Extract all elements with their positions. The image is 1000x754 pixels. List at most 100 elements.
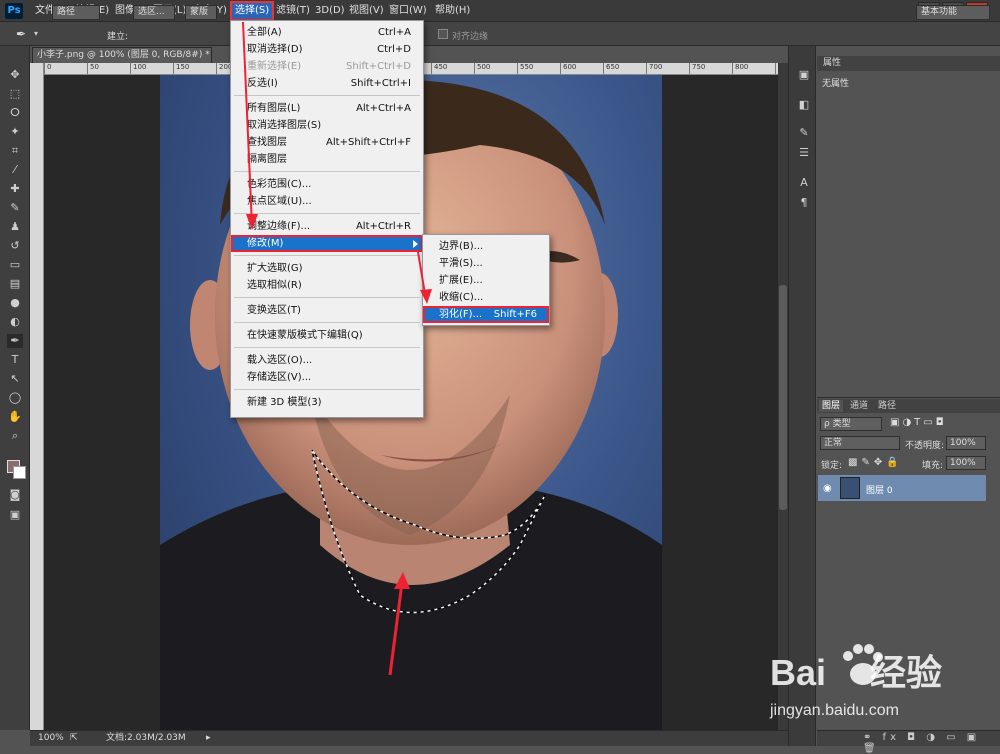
layer-thumbnail[interactable]	[840, 477, 860, 499]
play-icon[interactable]: ▸	[206, 731, 211, 746]
make-selection-button[interactable]: 选区...	[133, 5, 175, 20]
history-icon[interactable]: ▣	[796, 68, 812, 82]
make-mask-button[interactable]: 蒙版	[185, 5, 217, 20]
crop-tool-icon[interactable]: ⌗	[7, 144, 23, 158]
layer-actions-icons[interactable]: ⚭ fx ◘ ◑ ▭ ▣ 🗑	[863, 732, 1000, 754]
select-menu-item[interactable]: 取消选择图层(S)	[231, 117, 423, 134]
select-menu-item-label: 在快速蒙版模式下编辑(Q)	[247, 330, 363, 341]
path-select-tool-icon[interactable]: ↖	[7, 372, 23, 386]
select-menu-item[interactable]: 存储选区(V)...	[231, 369, 423, 386]
chevron-down-icon[interactable]: ▾	[34, 29, 38, 38]
menu-5[interactable]: 选择(S)	[229, 1, 275, 21]
workspace-select[interactable]: 基本功能	[916, 5, 990, 20]
select-menu-item[interactable]: 反选(I) Shift+Ctrl+I	[231, 75, 423, 92]
screen-mode-icon[interactable]: ▣	[7, 508, 23, 522]
eyedropper-tool-icon[interactable]: ⁄	[7, 163, 23, 177]
scrollbar-thumb[interactable]	[779, 285, 787, 510]
brush-tool-icon[interactable]: ✎	[7, 201, 23, 215]
menu-7[interactable]: 3D(D)	[312, 3, 348, 19]
opacity-field[interactable]: 100%	[946, 436, 986, 450]
layer-name[interactable]: 图层 0	[866, 483, 893, 496]
select-menu-item-label: 载入选区(O)...	[247, 355, 313, 366]
modify-menu-item[interactable]: 扩展(E)...	[423, 272, 549, 289]
character-icon[interactable]: A	[796, 176, 812, 190]
select-menu-item-label: 扩大选取(G)	[247, 263, 303, 274]
tab-layers[interactable]: 图层	[819, 400, 844, 412]
shape-tool-icon[interactable]: ◯	[7, 391, 23, 405]
select-menu-item-label: 调整边缘(F)...	[247, 221, 311, 232]
select-menu-item[interactable]: 所有图层(L) Alt+Ctrl+A	[231, 100, 423, 117]
layer-filter-icons[interactable]: ▣◑T▭◘	[890, 417, 947, 428]
select-menu-item[interactable]: 新建 3D 模型(3)	[231, 394, 423, 411]
history-brush-icon[interactable]: ↺	[7, 239, 23, 253]
modify-menu-item-label: 扩展(E)...	[439, 275, 483, 286]
zoom-level[interactable]: 100%	[38, 731, 64, 746]
background-color-swatch[interactable]	[13, 466, 26, 479]
select-menu-item[interactable]: 隔离图层	[231, 151, 423, 168]
tab-paths[interactable]: 路径	[875, 400, 899, 412]
select-menu-item[interactable]: 扩大选取(G)	[231, 260, 423, 277]
modify-menu-item[interactable]: 羽化(F)... Shift+F6	[423, 306, 549, 323]
ruler-tick: 0	[44, 63, 51, 74]
select-menu-item[interactable]: 修改(M)	[231, 235, 423, 252]
modify-menu-item[interactable]: 收缩(C)...	[423, 289, 549, 306]
move-tool-icon[interactable]: ✥	[7, 68, 23, 82]
select-menu-item-label: 取消选择图层(S)	[247, 120, 322, 131]
stamp-tool-icon[interactable]: ♟	[7, 220, 23, 234]
select-menu-item[interactable]: 重新选择(E) Shift+Ctrl+D	[231, 58, 423, 75]
select-menu-item[interactable]: 查找图层 Alt+Shift+Ctrl+F	[231, 134, 423, 151]
sliders-icon[interactable]: ☰	[796, 146, 812, 160]
type-tool-icon[interactable]: T	[7, 353, 23, 367]
layer-filter-select[interactable]: ρ 类型	[820, 417, 882, 431]
lasso-tool-icon[interactable]: ⵔ	[7, 106, 23, 120]
lock-icons[interactable]: ▩✎✥🔒	[848, 457, 903, 468]
pen-tool-icon[interactable]: ✒	[7, 334, 23, 348]
eraser-tool-icon[interactable]: ▭	[7, 258, 23, 272]
submenu-arrow-icon	[413, 240, 418, 248]
menu-8[interactable]: 视图(V)	[346, 3, 387, 19]
document-tab[interactable]: 小李子.png @ 100% (图层 0, RGB/8#) * ×	[32, 47, 212, 63]
pen-tool-icon[interactable]: ✒	[16, 27, 26, 41]
blur-tool-icon[interactable]: ●	[7, 296, 23, 310]
quick-mask-icon[interactable]: ◙	[7, 488, 23, 502]
menu-10[interactable]: 帮助(H)	[432, 3, 473, 19]
blend-mode-select[interactable]: 正常	[820, 436, 900, 450]
fill-field[interactable]: 100%	[946, 456, 986, 470]
select-menu-item[interactable]: 全部(A) Ctrl+A	[231, 24, 423, 41]
marquee-tool-icon[interactable]: ⬚	[7, 87, 23, 101]
paragraph-icon[interactable]: ¶	[796, 196, 812, 210]
export-icon[interactable]: ⇱	[70, 731, 78, 746]
hand-tool-icon[interactable]: ✋	[7, 410, 23, 424]
healing-tool-icon[interactable]: ✚	[7, 182, 23, 196]
menu-separator	[234, 347, 420, 348]
select-menu-item[interactable]: 在快速蒙版模式下编辑(Q)	[231, 327, 423, 344]
menu-separator	[234, 297, 420, 298]
select-menu-item[interactable]: 选取相似(R)	[231, 277, 423, 294]
modify-menu-item[interactable]: 边界(B)...	[423, 238, 549, 255]
magic-wand-tool-icon[interactable]: ✦	[7, 125, 23, 139]
dodge-tool-icon[interactable]: ◐	[7, 315, 23, 329]
visibility-eye-icon[interactable]: ◉	[823, 483, 832, 494]
ruler-tick: 800	[732, 63, 748, 74]
select-menu-item[interactable]: 变换选区(T)	[231, 302, 423, 319]
align-edges-checkbox[interactable]	[438, 29, 448, 39]
path-mode-select[interactable]: 路径	[52, 5, 100, 20]
tab-channels[interactable]: 通道	[847, 400, 871, 412]
select-menu-item-label: 所有图层(L)	[247, 103, 301, 114]
select-menu-item-label: 变换选区(T)	[247, 305, 301, 316]
select-menu-item-label: 重新选择(E)	[247, 61, 302, 72]
select-menu-item[interactable]: 色彩范围(C)...	[231, 176, 423, 193]
select-menu-item[interactable]: 载入选区(O)...	[231, 352, 423, 369]
adjustments-icon[interactable]: ◧	[796, 98, 812, 112]
select-menu-item[interactable]: 焦点区域(U)...	[231, 193, 423, 210]
properties-title[interactable]: 属性	[817, 56, 1000, 71]
select-menu-item[interactable]: 调整边缘(F)... Alt+Ctrl+R	[231, 218, 423, 235]
modify-menu-item[interactable]: 平滑(S)...	[423, 255, 549, 272]
gradient-tool-icon[interactable]: ▤	[7, 277, 23, 291]
menu-6[interactable]: 滤镜(T)	[273, 3, 313, 19]
brush-icon[interactable]: ✎	[796, 126, 812, 140]
zoom-tool-icon[interactable]: ⌕	[7, 429, 23, 443]
menu-9[interactable]: 窗口(W)	[386, 3, 430, 19]
select-menu-item-label: 存储选区(V)...	[247, 372, 312, 383]
select-menu-item[interactable]: 取消选择(D) Ctrl+D	[231, 41, 423, 58]
